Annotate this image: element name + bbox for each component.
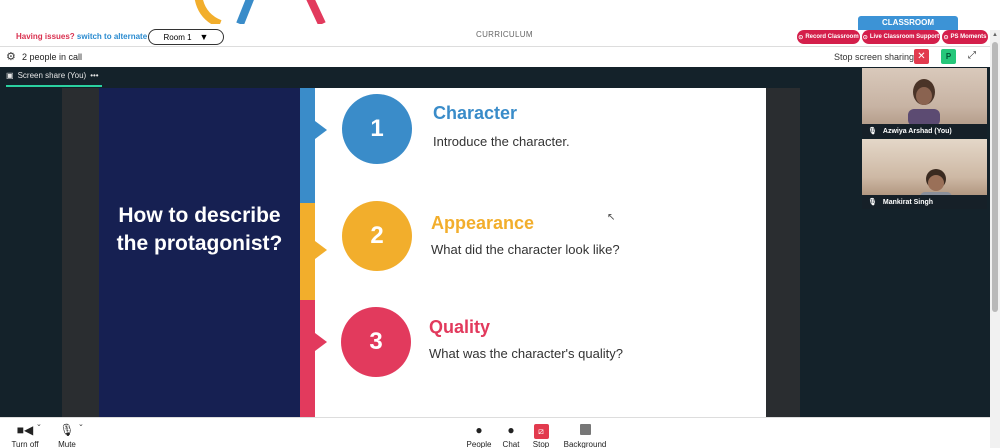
stop-label: Stop — [532, 440, 550, 448]
fullscreen-icon[interactable]: ⤢ — [968, 50, 976, 61]
stripe-red — [300, 300, 315, 417]
notch-red — [315, 333, 327, 351]
participant-tile-2[interactable]: 🎙 Mankirat Singh — [862, 139, 987, 209]
participant-name-bar: 🎙 Azwiya Arshad (You) — [862, 124, 987, 138]
call-bar: ⚙ 2 people in call Stop screen sharing ✕… — [0, 46, 990, 66]
step-description-3: What was the character's quality? — [429, 346, 623, 361]
top-bar: Having issues? switch to alternate room … — [0, 0, 1000, 46]
active-tab-indicator — [6, 85, 102, 87]
scroll-up-icon[interactable]: ▲ — [992, 32, 998, 38]
stripe-yellow — [300, 203, 315, 300]
stop-sharing-label: Stop screen sharing — [834, 52, 915, 62]
screen-share-tab[interactable]: ▣ Screen share (You) ••• — [6, 71, 99, 80]
live-support-button[interactable]: ⊙ Live Classroom Support — [862, 30, 940, 44]
slide-title: How to describe the protagonist? — [116, 204, 283, 255]
step-number-3: 3 — [341, 307, 411, 377]
support-icon: ⊙ — [862, 34, 868, 41]
participant-tile-1[interactable]: 🎙 Azwiya Arshad (You) — [862, 68, 987, 138]
step-description-2: What did the character look like? — [431, 242, 620, 257]
stop-share-button[interactable]: ⧄ Stop — [529, 422, 553, 448]
step-number-2: 2 — [342, 201, 412, 271]
room-label: Room 1 — [163, 32, 192, 42]
background-label: Background — [563, 440, 607, 448]
background-icon — [579, 424, 591, 435]
step-heading-1: Character — [433, 103, 518, 123]
page-scrollbar[interactable]: ▲ — [990, 30, 1000, 448]
moments-icon: ⊙ — [943, 34, 949, 41]
room-select[interactable]: Room 1 ▼ — [148, 29, 224, 45]
notch-yellow — [315, 241, 327, 259]
participant-avatar — [908, 79, 940, 126]
participant-badge[interactable]: P — [941, 49, 956, 64]
shared-slide: How to describe the protagonist? 1 Chara… — [99, 88, 766, 417]
step-heading-2: Appearance — [431, 213, 535, 233]
chat-bubble-icon: ● — [507, 423, 515, 437]
microphone-icon: 🎙 — [868, 199, 877, 206]
classroom-tab[interactable]: CLASSROOM — [858, 16, 958, 30]
gear-icon[interactable]: ⚙ — [6, 50, 16, 63]
classroom-app: Having issues? switch to alternate room … — [0, 0, 1000, 448]
camera-options-chevron-icon[interactable]: ⌄ — [36, 420, 42, 428]
microphone-icon: 🎙 — [868, 128, 877, 135]
slide-title-panel: How to describe the protagonist? — [99, 88, 300, 417]
notch-blue — [315, 121, 327, 139]
stop-sharing-button[interactable]: ✕ — [914, 49, 929, 64]
support-label: Live Classroom Support — [869, 34, 940, 40]
stop-share-icon: ⧄ — [533, 424, 549, 439]
call-toolbar: ■◀ Turn off ⌄ 🎙 Mute ⌄ ● People ● Chat ⧄… — [0, 417, 990, 448]
step-description-1: Introduce the character. — [433, 134, 570, 149]
ps-moments-button[interactable]: ⊙ PS Moments — [942, 30, 988, 44]
people-count: 2 people in call — [22, 52, 83, 62]
curriculum-tab[interactable]: CURRICULUM — [476, 30, 533, 39]
microphone-icon: 🎙 — [59, 423, 75, 437]
step-heading-3: Quality — [429, 317, 491, 337]
caret-down-icon: ▼ — [199, 32, 209, 42]
participant-name: Mankirat Singh — [882, 198, 934, 206]
mute-button[interactable]: 🎙 Mute — [54, 422, 80, 448]
chat-button[interactable]: ● Chat — [499, 422, 523, 448]
mute-label: Mute — [58, 440, 76, 448]
chat-label: Chat — [502, 440, 520, 448]
mouse-cursor-icon: ↖ — [607, 212, 616, 223]
people-button[interactable]: ● People — [464, 422, 494, 448]
connection-help: Having issues? switch to alternate room — [16, 32, 169, 41]
participant-name-bar: 🎙 Mankirat Singh — [862, 195, 987, 209]
more-options-icon[interactable]: ••• — [90, 71, 98, 80]
brand-logo-icon — [194, 0, 326, 24]
moments-label: PS Moments — [950, 34, 987, 40]
record-icon: ⊙ — [798, 34, 804, 41]
record-classroom-button[interactable]: ⊙ Record Classroom — [797, 30, 860, 44]
screen-share-label: Screen share (You) — [17, 71, 87, 80]
mic-options-chevron-icon[interactable]: ⌄ — [78, 420, 84, 428]
stripe-blue — [300, 88, 315, 203]
scroll-thumb[interactable] — [992, 42, 998, 312]
screen-share-icon: ▣ — [6, 71, 14, 80]
letterbox-left — [62, 88, 99, 417]
camera-toggle-label: Turn off — [11, 440, 39, 448]
record-label: Record Classroom — [805, 34, 859, 40]
background-button[interactable]: Background — [560, 422, 610, 448]
person-icon: ● — [475, 423, 483, 437]
people-label: People — [466, 440, 492, 448]
letterbox-right — [766, 88, 800, 417]
step-number-1: 1 — [342, 94, 412, 164]
issues-text: Having issues? — [16, 32, 75, 41]
participant-name: Azwiya Arshad (You) — [882, 127, 952, 135]
